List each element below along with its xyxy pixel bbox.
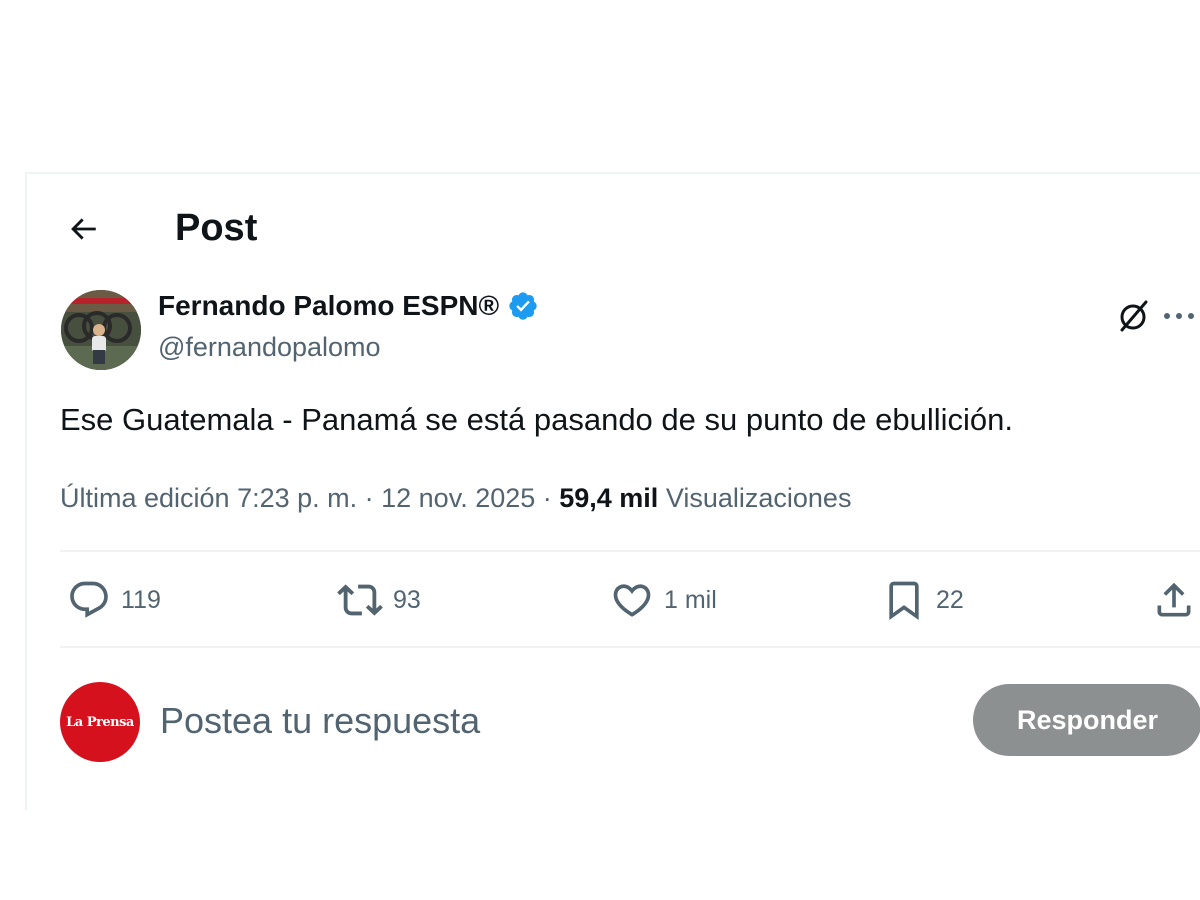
more-button[interactable] [1162, 294, 1200, 338]
avatar-photo [61, 290, 141, 370]
author-name[interactable]: Fernando Palomo ESPN® [158, 288, 539, 324]
author-handle[interactable]: @fernandopalomo [158, 330, 381, 364]
author-row: Fernando Palomo ESPN® @fernandopalomo [27, 284, 1200, 374]
verified-badge-icon [509, 292, 537, 320]
like-action[interactable]: 1 mil [610, 576, 717, 624]
reply-action[interactable]: 119 [67, 576, 161, 624]
reply-button[interactable]: Responder [973, 684, 1200, 756]
bookmark-count: 22 [936, 585, 964, 614]
reply-count: 119 [121, 585, 161, 614]
tweet-meta: Última edición 7:23 p. m. · 12 nov. 2025… [60, 480, 851, 516]
grok-icon [1120, 300, 1148, 332]
views-label: Visualizaciones [665, 483, 852, 513]
back-button[interactable] [63, 209, 103, 249]
bookmark-action[interactable]: 22 [882, 576, 964, 624]
repost-icon [337, 584, 383, 616]
grok-button[interactable] [1112, 294, 1156, 338]
back-arrow-icon [71, 218, 96, 240]
more-icon [1164, 313, 1194, 319]
bookmark-icon [889, 581, 919, 621]
share-icon [1157, 582, 1191, 617]
page: Post Fernando Palomo ESPN® @fernandopalo… [0, 0, 1200, 900]
post-panel: Post Fernando Palomo ESPN® @fernandopalo… [25, 172, 1200, 810]
like-count: 1 mil [664, 585, 717, 614]
reply-avatar-logo: La Prensa [60, 682, 140, 762]
tweet-text: Ese Guatemala - Panamá se está pasando d… [60, 402, 1014, 437]
views-count: 59,4 mil [559, 483, 659, 513]
heart-icon [613, 584, 651, 617]
page-title: Post [175, 207, 258, 249]
repost-action[interactable]: 93 [337, 576, 421, 624]
reply-composer: La Prensa Responder [27, 650, 1200, 762]
repost-count: 93 [393, 585, 421, 614]
post-header: Post [27, 174, 1200, 284]
divider-bottom [60, 646, 1200, 648]
author-avatar[interactable] [61, 290, 141, 370]
reply-avatar-text: La Prensa [66, 714, 134, 730]
share-action[interactable] [1152, 576, 1196, 624]
tweet-timestamp[interactable]: Última edición 7:23 p. m. · 12 nov. 2025… [60, 483, 559, 513]
reply-icon [70, 581, 108, 618]
actions-bar: 119 93 1 mil 22 [27, 552, 1200, 648]
author-name-text: Fernando Palomo ESPN® [158, 290, 500, 321]
reply-input[interactable] [160, 696, 940, 746]
